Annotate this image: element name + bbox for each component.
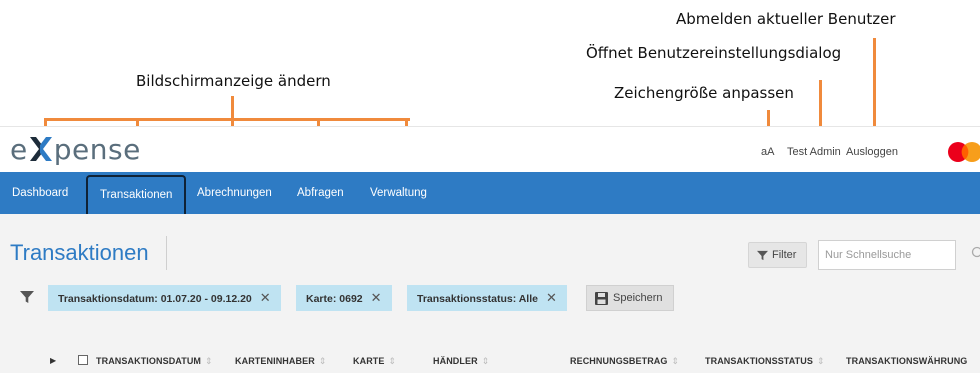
annotation-font-size: Zeichengröße anpassen <box>614 84 794 102</box>
nav-item-transaktionen[interactable]: Transaktionen <box>86 175 187 215</box>
logo-text-prefix: e <box>10 132 28 166</box>
column-header-label: TRANSAKTIONSDATUM <box>96 356 202 366</box>
save-filter-button[interactable]: Speichern <box>586 285 674 311</box>
filter-chip-date: Transaktionsdatum: 01.07.20 - 09.12.20 ✕ <box>48 285 281 311</box>
logo-text-suffix: pense <box>53 132 141 166</box>
filter-chip-label: Transaktionsdatum: 01.07.20 - 09.12.20 <box>58 293 252 305</box>
column-header-transaktionsdatum[interactable]: TRANSAKTIONSDATUM ⇕ <box>96 356 213 367</box>
filter-chip-card: Karte: 0692 ✕ <box>296 285 392 311</box>
funnel-icon <box>757 250 768 260</box>
main-nav: Dashboard Transaktionen Abrechnungen Abf… <box>0 172 980 215</box>
sort-icon: ⇕ <box>481 356 490 366</box>
expand-all-icon[interactable]: ▶ <box>50 356 56 365</box>
select-all-checkbox[interactable] <box>78 355 88 365</box>
page-title: Transaktionen <box>10 240 149 265</box>
nav-item-verwaltung[interactable]: Verwaltung <box>370 172 427 214</box>
filter-chip-status: Transaktionsstatus: Alle ✕ <box>407 285 567 311</box>
filter-button[interactable]: Filter <box>748 242 808 268</box>
column-header-label: RECHNUNGSBETRAG <box>570 356 668 366</box>
sort-icon: ⇕ <box>388 356 397 366</box>
annotation-bracket-bar <box>44 118 410 121</box>
save-filter-label: Speichern <box>613 292 663 304</box>
sort-icon: ⇕ <box>671 356 680 366</box>
column-header-haendler[interactable]: HÄNDLER ⇕ <box>433 356 489 367</box>
nav-item-dashboard[interactable]: Dashboard <box>12 172 68 214</box>
remove-filter-icon[interactable]: ✕ <box>371 285 382 311</box>
app-header: e pense aA Test Admin Ausloggen <box>0 126 980 172</box>
active-filters-funnel-icon <box>20 291 34 303</box>
filter-chip-label: Karte: 0692 <box>306 293 363 305</box>
column-header-transaktionswaehrung[interactable]: TRANSAKTIONSWÄHRUNG <box>846 356 967 366</box>
logo-x-icon <box>29 134 53 164</box>
column-header-label: HÄNDLER <box>433 356 478 366</box>
logout-link[interactable]: Ausloggen <box>846 146 898 158</box>
table-header-row: ▶ TRANSAKTIONSDATUM ⇕ KARTENINHABER ⇕ KART… <box>0 350 980 373</box>
column-header-karte[interactable]: KARTE ⇕ <box>353 356 396 367</box>
expense-logo[interactable]: e pense <box>10 131 141 167</box>
annotation-user-settings: Öffnet Benutzereinstellungsdialog <box>586 44 842 62</box>
title-divider <box>166 236 167 270</box>
column-header-karteninhaber[interactable]: KARTENINHABER ⇕ <box>235 356 326 367</box>
annotation-line-logout <box>873 38 876 134</box>
column-header-label: TRANSAKTIONSSTATUS <box>705 356 813 366</box>
filter-button-label: Filter <box>772 249 797 261</box>
nav-item-abrechnungen[interactable]: Abrechnungen <box>197 172 272 214</box>
column-header-label: KARTENINHABER <box>235 356 315 366</box>
column-header-rechnungsbetrag[interactable]: RECHNUNGSBETRAG ⇕ <box>570 356 679 367</box>
mastercard-logo-icon <box>948 142 980 162</box>
main-content: Transaktionen Filter Transaktionsdatum: … <box>0 214 980 373</box>
annotation-logout: Abmelden aktueller Benutzer <box>676 10 896 28</box>
column-header-label: KARTE <box>353 356 385 366</box>
sort-icon: ⇕ <box>205 356 213 366</box>
remove-filter-icon[interactable]: ✕ <box>546 285 557 311</box>
font-size-button[interactable]: aA <box>761 146 774 158</box>
column-header-transaktionsstatus[interactable]: TRANSAKTIONSSTATUS ⇕ <box>705 356 825 367</box>
annotation-change-view: Bildschirmanzeige ändern <box>136 72 331 90</box>
quick-search-input[interactable] <box>818 240 956 270</box>
column-header-label: TRANSAKTIONSWÄHRUNG <box>846 356 968 366</box>
annotation-line-change-view <box>231 96 234 120</box>
sort-icon: ⇕ <box>816 356 825 366</box>
remove-filter-icon[interactable]: ✕ <box>260 285 271 311</box>
user-settings-link[interactable]: Test Admin <box>787 146 841 158</box>
nav-item-abfragen[interactable]: Abfragen <box>297 172 344 214</box>
filter-chip-label: Transaktionsstatus: Alle <box>417 293 538 305</box>
sort-icon: ⇕ <box>318 356 327 366</box>
search-icon[interactable] <box>970 245 980 261</box>
floppy-disk-icon <box>595 291 608 305</box>
